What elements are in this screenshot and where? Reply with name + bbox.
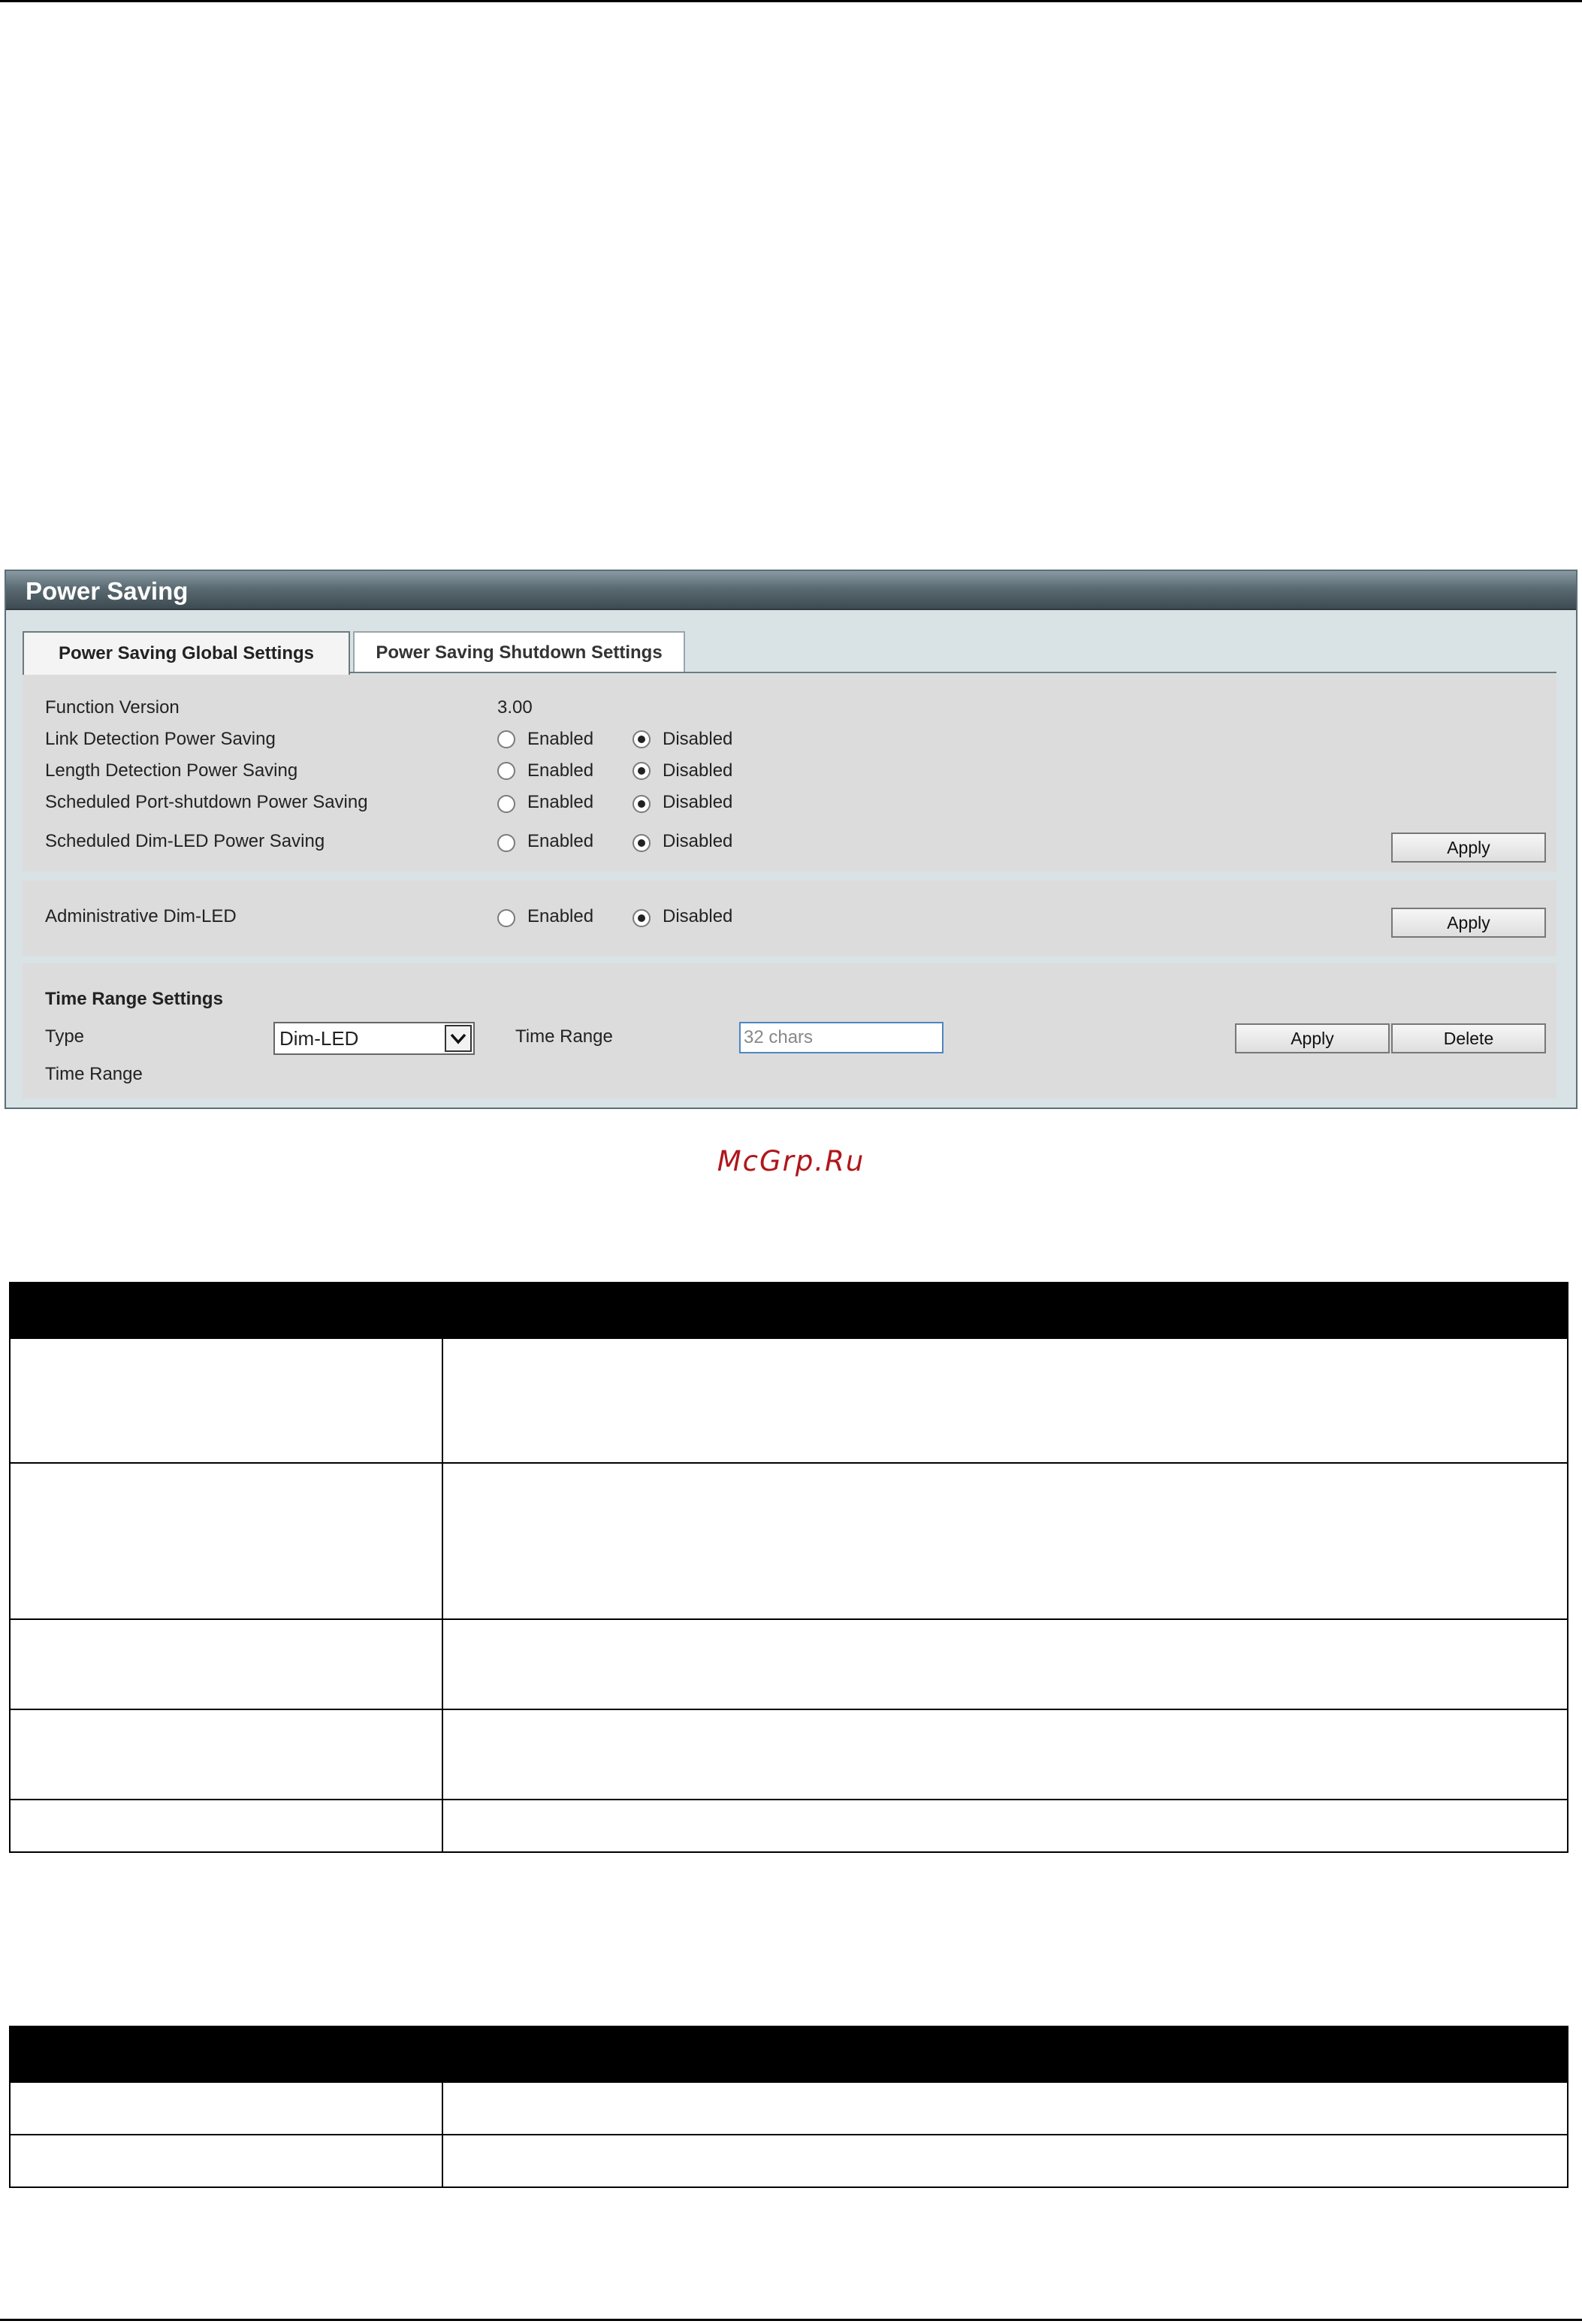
type-select[interactable]: Dim-LED	[273, 1022, 475, 1055]
scheduled-port-shutdown-enabled-label: Enabled	[527, 792, 594, 812]
time-range-delete-button[interactable]: Delete	[1391, 1023, 1546, 1053]
link-detection-enabled-label: Enabled	[527, 729, 594, 749]
administrative-dim-led-enabled-label: Enabled	[527, 906, 594, 926]
administrative-dim-led-disabled-radio[interactable]	[632, 909, 651, 927]
link-detection-enabled-radio[interactable]	[497, 730, 515, 748]
link-detection-disabled-radio[interactable]	[632, 730, 651, 748]
scheduled-port-shutdown-enabled-radio[interactable]	[497, 795, 515, 813]
watermark: McGrp.Ru	[717, 1145, 865, 1177]
table-row	[11, 1462, 1567, 1618]
administrative-dim-led-section: Administrative Dim-LED Enabled Disabled …	[23, 881, 1556, 956]
time-range-settings-heading: Time Range Settings	[45, 989, 223, 1009]
time-range-input[interactable]: 32 chars	[739, 1022, 943, 1053]
global-settings-section: Function Version 3.00 Link Detection Pow…	[23, 675, 1556, 872]
power-saving-panel: Power Saving Power Saving Global Setting…	[5, 570, 1577, 1109]
administrative-dim-led-enabled-radio[interactable]	[497, 909, 515, 927]
function-version-value: 3.00	[497, 697, 533, 718]
table-header	[11, 1283, 1567, 1337]
panel-title: Power Saving	[26, 577, 189, 605]
table-header	[11, 2027, 1567, 2081]
table-row	[11, 2134, 1567, 2186]
scheduled-dim-led-enabled-label: Enabled	[527, 831, 594, 851]
tab-power-saving-global-settings[interactable]: Power Saving Global Settings	[23, 631, 350, 675]
time-range-list-label: Time Range	[45, 1064, 143, 1084]
length-detection-disabled-label: Disabled	[663, 760, 733, 781]
chevron-down-icon[interactable]	[445, 1025, 472, 1052]
top-rule	[0, 0, 1582, 2]
tab-power-saving-shutdown-settings[interactable]: Power Saving Shutdown Settings	[353, 631, 685, 673]
table-row	[11, 1618, 1567, 1709]
administrative-dim-led-disabled-label: Disabled	[663, 906, 733, 926]
scheduled-dim-led-label: Scheduled Dim-LED Power Saving	[45, 831, 325, 851]
parameter-table-2	[9, 2026, 1568, 2188]
type-select-value: Dim-LED	[279, 1026, 359, 1050]
type-label: Type	[45, 1026, 85, 1047]
link-detection-disabled-label: Disabled	[663, 729, 733, 749]
scheduled-dim-led-enabled-radio[interactable]	[497, 834, 515, 852]
time-range-label: Time Range	[515, 1026, 613, 1047]
length-detection-enabled-label: Enabled	[527, 760, 594, 781]
global-apply-button[interactable]: Apply	[1391, 833, 1546, 863]
link-detection-label: Link Detection Power Saving	[45, 729, 276, 749]
length-detection-disabled-radio[interactable]	[632, 762, 651, 780]
parameter-table-1	[9, 1282, 1568, 1853]
table-row	[11, 2081, 1567, 2134]
table-row	[11, 1337, 1567, 1462]
time-range-settings-section: Time Range Settings Type Dim-LED Time Ra…	[23, 963, 1556, 1099]
panel-titlebar: Power Saving	[6, 571, 1576, 610]
length-detection-label: Length Detection Power Saving	[45, 760, 298, 781]
table-row	[11, 1799, 1567, 1851]
scheduled-dim-led-disabled-label: Disabled	[663, 831, 733, 851]
bottom-rule	[0, 2319, 1582, 2321]
tab-underline	[349, 672, 1556, 673]
dim-led-apply-button[interactable]: Apply	[1391, 908, 1546, 938]
table-row	[11, 1709, 1567, 1799]
length-detection-enabled-radio[interactable]	[497, 762, 515, 780]
scheduled-port-shutdown-label: Scheduled Port-shutdown Power Saving	[45, 792, 368, 812]
scheduled-port-shutdown-disabled-radio[interactable]	[632, 795, 651, 813]
scheduled-port-shutdown-disabled-label: Disabled	[663, 792, 733, 812]
administrative-dim-led-label: Administrative Dim-LED	[45, 906, 237, 926]
time-range-apply-button[interactable]: Apply	[1235, 1023, 1390, 1053]
scheduled-dim-led-disabled-radio[interactable]	[632, 834, 651, 852]
function-version-label: Function Version	[45, 697, 180, 718]
